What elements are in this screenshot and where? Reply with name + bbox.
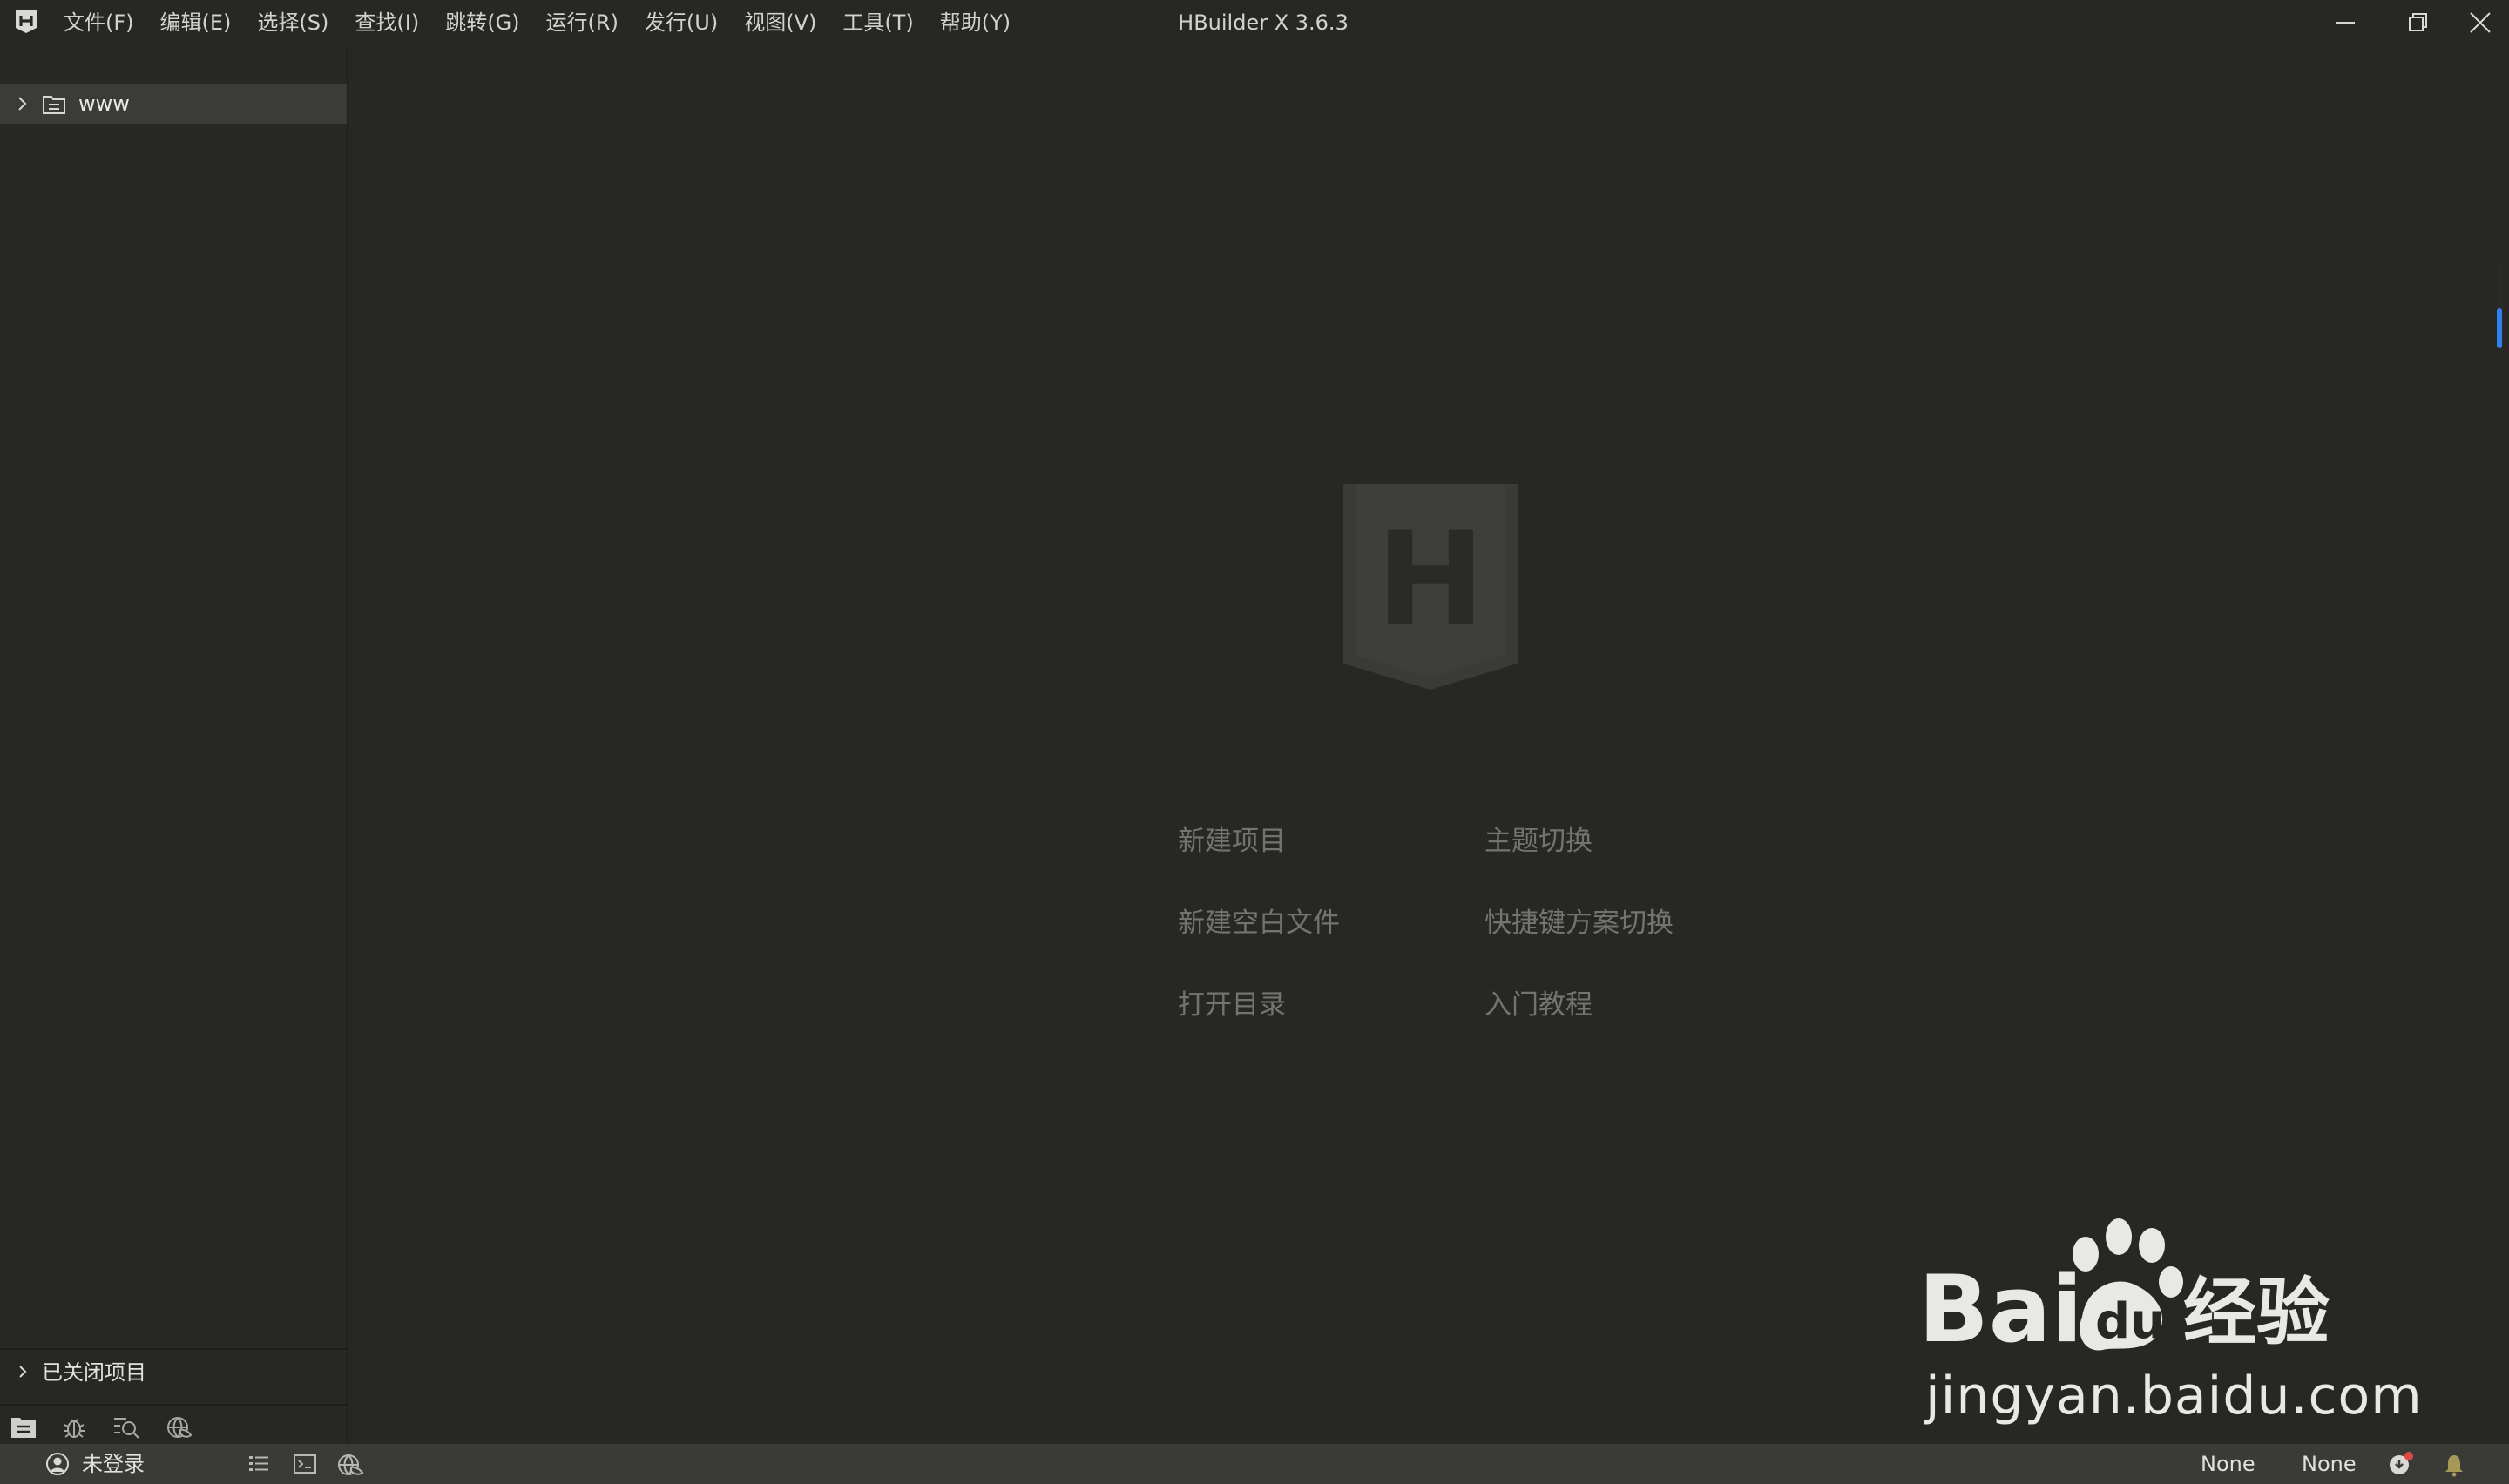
chevron-right-icon[interactable]	[16, 95, 28, 112]
scrollbar-thumb[interactable]	[2497, 308, 2502, 348]
open-directory-link[interactable]: 打开目录	[1178, 982, 1286, 1022]
project-sidebar: www 已关闭项目	[0, 45, 348, 1444]
browser-icon	[167, 1417, 193, 1438]
login-status[interactable]: 未登录	[82, 1444, 145, 1484]
closed-projects-section[interactable]: 已关闭项目	[0, 1348, 347, 1393]
minimize-button[interactable]	[2309, 0, 2382, 45]
tab-search[interactable]	[112, 1413, 141, 1442]
baidu-jingyan-watermark: Bai du 经验 jingyan.baidu.com	[1917, 1211, 2422, 1428]
project-name: www	[78, 91, 130, 116]
baidu-paw-logo-icon: Bai du 经验	[1918, 1218, 2330, 1363]
menu-edit[interactable]: 编辑(E)	[147, 0, 245, 45]
minimize-icon	[2336, 22, 2355, 24]
menu-help[interactable]: 帮助(Y)	[927, 0, 1024, 45]
tab-debug[interactable]	[59, 1413, 89, 1442]
new-blank-file-link[interactable]: 新建空白文件	[1178, 901, 1340, 940]
restore-icon	[2409, 13, 2427, 31]
tab-project-manager[interactable]	[9, 1413, 38, 1442]
menu-file[interactable]: 文件(F)	[51, 0, 147, 45]
menu-bar: 文件(F) 编辑(E) 选择(S) 查找(I) 跳转(G) 运行(R) 发行(U…	[51, 0, 1024, 45]
tab-browser[interactable]	[164, 1413, 193, 1442]
closed-projects-label: 已关闭项目	[42, 1360, 146, 1385]
debug-icon	[64, 1419, 85, 1438]
minimap-scrollbar[interactable]	[2497, 263, 2502, 348]
folder-icon	[43, 96, 65, 114]
outline-icon[interactable]	[247, 1453, 270, 1475]
close-button[interactable]	[2452, 0, 2509, 45]
menu-select[interactable]: 选择(S)	[244, 0, 342, 45]
file-syntax[interactable]: None	[2302, 1444, 2357, 1484]
menu-find[interactable]: 查找(I)	[342, 0, 432, 45]
hbuilder-watermark-logo-icon: H	[1343, 484, 1518, 690]
logo-letter: H	[1376, 504, 1485, 656]
update-icon[interactable]	[2387, 1451, 2415, 1477]
watermark-brand-du: du	[2095, 1293, 2165, 1350]
theme-switch-link[interactable]: 主题切换	[1484, 819, 1593, 858]
tutorial-link[interactable]: 入门教程	[1484, 982, 1593, 1022]
terminal-icon[interactable]	[293, 1453, 317, 1475]
project-tree-item-www[interactable]: www	[0, 84, 347, 124]
project-manager-icon	[11, 1418, 36, 1438]
watermark-brand-cn: 经验	[2183, 1270, 2330, 1355]
close-icon	[2470, 12, 2491, 33]
restore-button[interactable]	[2382, 0, 2455, 45]
file-encoding[interactable]: None	[2201, 1444, 2255, 1484]
menu-tools[interactable]: 工具(T)	[829, 0, 926, 45]
menu-publish[interactable]: 发行(U)	[632, 0, 731, 45]
watermark-url: jingyan.baidu.com	[1925, 1366, 2423, 1427]
menu-view[interactable]: 视图(V)	[731, 0, 829, 45]
watermark-brand: Bai	[1918, 1256, 2083, 1363]
search-icon	[114, 1418, 139, 1439]
notification-bell-icon[interactable]	[2443, 1453, 2465, 1477]
chevron-right-icon[interactable]	[17, 1364, 28, 1379]
hbuilder-logo-icon	[16, 10, 37, 33]
sidebar-tab-bar	[0, 1404, 347, 1444]
window-title: HBuilder X 3.6.3	[1178, 10, 1349, 35]
browser-icon[interactable]	[336, 1453, 364, 1477]
new-project-link[interactable]: 新建项目	[1178, 819, 1286, 858]
status-bar: 未登录 None None	[0, 1444, 2509, 1484]
menu-run[interactable]: 运行(R)	[533, 0, 632, 45]
keymap-switch-link[interactable]: 快捷键方案切换	[1484, 901, 1674, 940]
user-icon[interactable]	[45, 1452, 70, 1476]
title-bar: 文件(F) 编辑(E) 选择(S) 查找(I) 跳转(G) 运行(R) 发行(U…	[0, 0, 2509, 45]
menu-goto[interactable]: 跳转(G)	[432, 0, 532, 45]
